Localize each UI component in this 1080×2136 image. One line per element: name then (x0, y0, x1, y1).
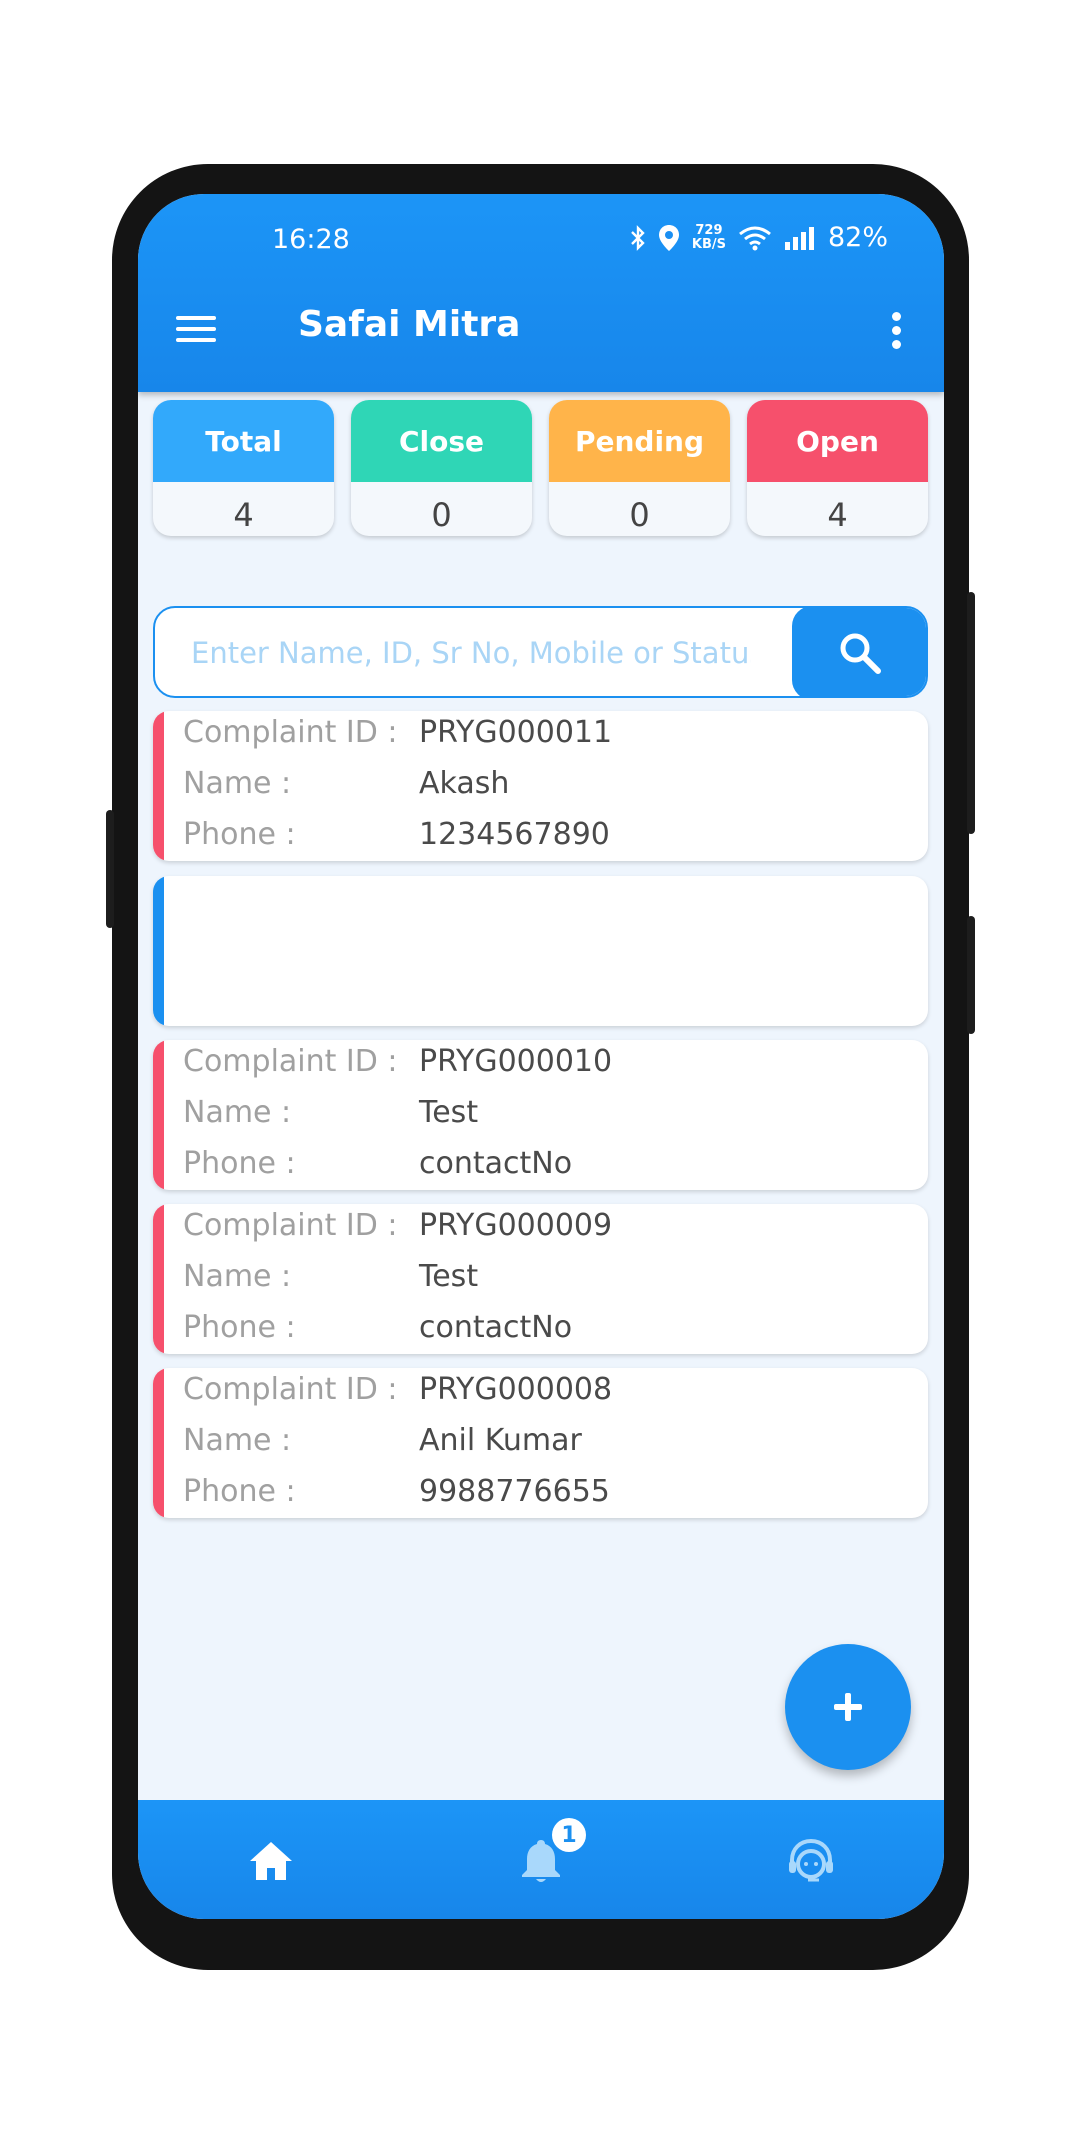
stat-card-value: 4 (827, 496, 848, 534)
complaint-card[interactable]: Complaint ID : PRYG000009 Name : Test Phon… (153, 1204, 928, 1354)
nav-support[interactable] (786, 1836, 836, 1886)
stat-card-close[interactable]: Close 0 (351, 400, 532, 536)
stat-card-label: Pending (549, 400, 730, 482)
more-options-icon[interactable] (892, 312, 902, 354)
complaint-id-value: PRYG000010 (419, 1044, 613, 1079)
name-label: Name : (183, 1259, 292, 1294)
phone-side-button (967, 916, 975, 1034)
complaint-id-label: Complaint ID : (183, 715, 398, 750)
complaint-id-value: PRYG000008 (419, 1372, 613, 1407)
name-label: Name : (183, 1423, 292, 1458)
complaint-card[interactable]: Complaint ID : PRYG000010 Name : Test Phon… (153, 1040, 928, 1190)
stat-card-label: Total (153, 400, 334, 482)
menu-icon[interactable] (176, 316, 216, 344)
nav-home[interactable] (246, 1836, 296, 1886)
stat-card-total[interactable]: Total 4 (153, 400, 334, 536)
complaint-id-value: PRYG000009 (419, 1208, 613, 1243)
network-speed: 729 KB/S (691, 222, 726, 252)
status-indicator (153, 876, 164, 1026)
stat-card-label: Open (747, 400, 928, 482)
stat-card-value: 0 (431, 496, 452, 534)
app-screen: 16:28 729 KB/S 82% Safai Mitra Total 4 C… (138, 194, 944, 1919)
stat-card-value: 0 (629, 496, 650, 534)
app-title: Safai Mitra (298, 304, 521, 345)
phone-value: 1234567890 (419, 817, 610, 852)
status-icons: 729 KB/S 82% (630, 222, 888, 253)
phone-side-button (106, 810, 114, 928)
complaint-card[interactable]: Complaint ID : PRYG000011 Name : Akash Pho… (153, 711, 928, 861)
search-bar (153, 606, 928, 698)
network-speed-value: 729 (695, 222, 723, 238)
status-indicator (153, 1040, 164, 1190)
complaint-id-value: PRYG000011 (419, 715, 613, 750)
complaint-card[interactable] (153, 876, 928, 1026)
name-value: Test (419, 1095, 479, 1130)
status-indicator (153, 1204, 164, 1354)
notification-badge: 1 (552, 1818, 586, 1852)
status-indicator (153, 711, 164, 861)
name-value: Test (419, 1259, 479, 1294)
name-value: Akash (419, 766, 510, 801)
search-button[interactable] (792, 608, 926, 696)
phone-value: 9988776655 (419, 1474, 610, 1509)
status-time: 16:28 (272, 224, 350, 255)
home-icon (250, 1842, 292, 1880)
add-complaint-button[interactable] (785, 1644, 911, 1770)
stat-card-label: Close (351, 400, 532, 482)
signal-icon (784, 226, 814, 250)
bluetooth-icon (631, 224, 645, 251)
name-value: Anil Kumar (419, 1423, 582, 1458)
status-indicator (153, 1368, 164, 1518)
location-icon (658, 224, 679, 251)
plus-icon (834, 1693, 862, 1721)
network-speed-unit: KB/S (691, 236, 726, 252)
complaint-id-label: Complaint ID : (183, 1208, 398, 1243)
name-label: Name : (183, 766, 292, 801)
phone-side-button (967, 592, 975, 834)
stat-card-open[interactable]: Open 4 (747, 400, 928, 536)
app-bar: 16:28 729 KB/S 82% Safai Mitra (138, 194, 944, 392)
name-label: Name : (183, 1095, 292, 1130)
battery-percentage: 82% (827, 222, 888, 253)
phone-label: Phone : (183, 817, 296, 852)
phone-value: contactNo (419, 1146, 573, 1181)
stat-card-pending[interactable]: Pending 0 (549, 400, 730, 536)
search-input[interactable] (189, 628, 753, 678)
complaint-id-label: Complaint ID : (183, 1044, 398, 1079)
phone-label: Phone : (183, 1146, 296, 1181)
phone-label: Phone : (183, 1310, 296, 1345)
search-icon (840, 633, 881, 674)
complaint-card[interactable]: Complaint ID : PRYG000008 Name : Anil Kuma… (153, 1368, 928, 1518)
stat-card-value: 4 (233, 496, 254, 534)
bottom-navigation (138, 1800, 944, 1919)
wifi-icon (739, 226, 771, 250)
phone-label: Phone : (183, 1474, 296, 1509)
phone-value: contactNo (419, 1310, 573, 1345)
complaint-id-label: Complaint ID : (183, 1372, 398, 1407)
support-agent-icon (789, 1838, 833, 1882)
